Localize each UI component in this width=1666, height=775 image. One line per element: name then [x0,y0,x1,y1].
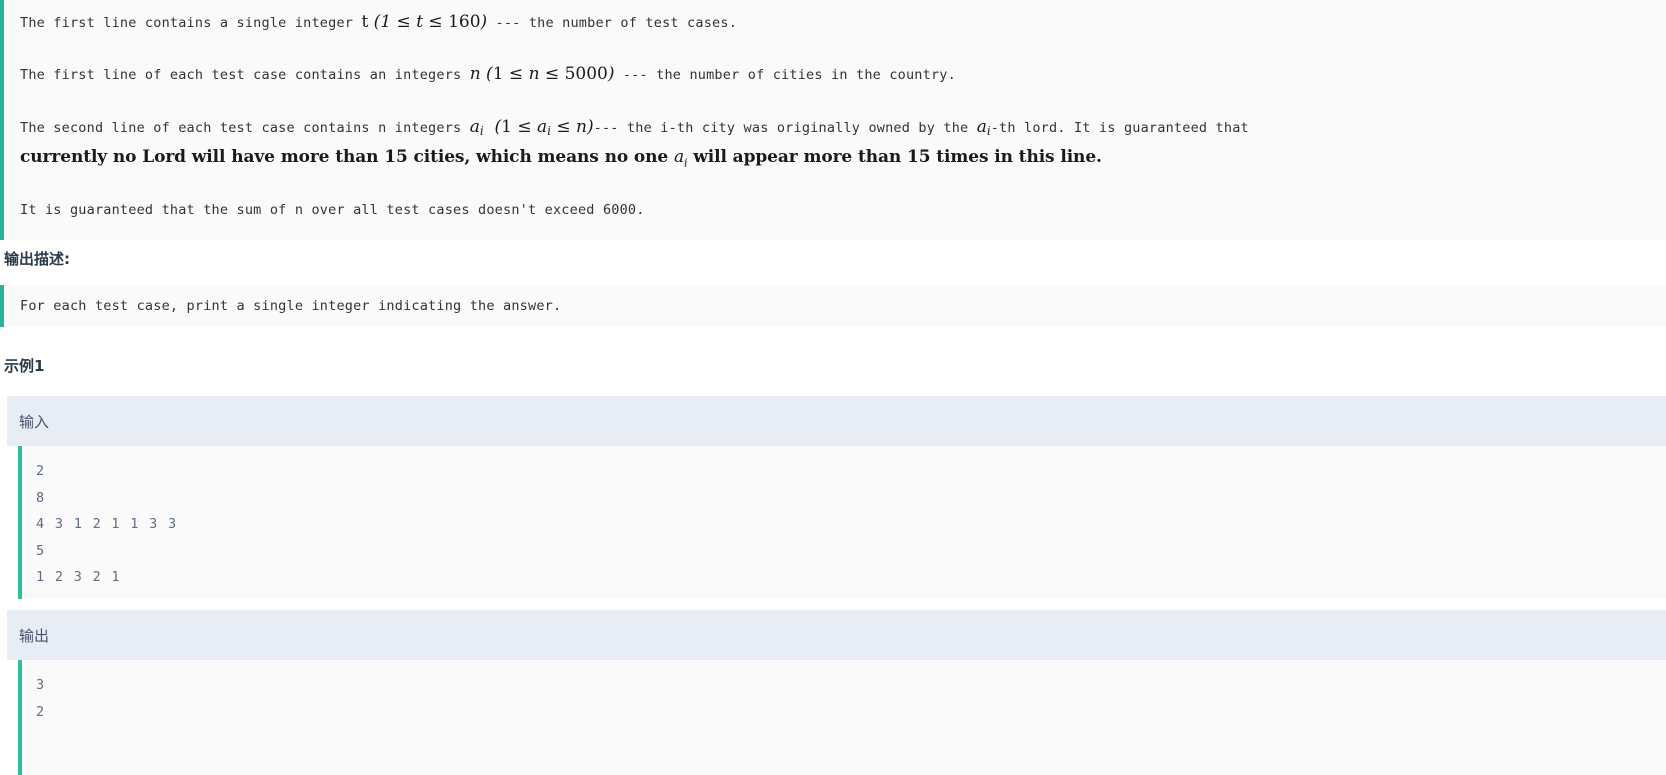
math-constraint-t: t (1 ≤ t ≤ 160) [361,12,488,32]
example-output-code: 3 2 [18,660,1666,775]
description-text-sum: It is guaranteed that the sum of n over … [20,202,645,218]
description-text-a: The second line of each test case contai… [20,120,470,136]
code-line: 8 [36,489,46,506]
code-line: 5 [36,542,46,559]
example-output-header: 输出 [7,610,1666,660]
code-line: 2 [36,463,46,479]
output-description-block: For each test case, print a single integ… [0,285,1666,327]
description-text-n-post: --- the number of cities in the country. [614,67,956,83]
description-text-a-post: --- the i-th city was originally owned b… [593,120,977,136]
example-input-header: 输入 [7,396,1666,446]
input-description-block: The first line contains a single integer… [0,0,1666,240]
description-paragraph-t: The first line contains a single integer… [20,12,1666,64]
example-output-label: 输出 [19,626,50,645]
description-text-n: The first line of each test case contain… [20,67,470,83]
code-line: 1 2 3 2 1 [36,569,121,585]
math-constraint-a: ai (1 ≤ ai ≤ n) [469,117,594,138]
description-paragraph-sum: It is guaranteed that the sum of n over … [20,183,1666,231]
code-line: 4 3 1 2 1 1 3 3 [36,516,178,532]
description-paragraph-bold: currently no Lord will have more than 15… [20,147,1102,170]
example-input-code: 2 8 4 3 1 2 1 1 3 3 5 1 2 3 2 1 [18,446,1666,599]
description-text-a-tail: -th lord. It is guaranteed that [990,120,1249,136]
output-description-text: For each test case, print a single integ… [20,298,562,314]
description-text-t: The first line contains a single integer [20,15,362,31]
example-input-label: 输入 [19,412,50,431]
math-inline-ai: ai [976,117,991,138]
description-text-t-post: --- the number of test cases. [487,15,738,31]
description-paragraph-n: The first line of each test case contain… [20,64,1666,117]
code-line: 2 [36,703,46,720]
description-paragraph-a: The second line of each test case contai… [20,117,1666,141]
code-line: 3 [36,677,46,693]
example-heading: 示例1 [4,357,45,375]
output-description-heading: 输出描述: [4,250,70,268]
math-constraint-n: n (1 ≤ n ≤ 5000) [469,64,615,84]
